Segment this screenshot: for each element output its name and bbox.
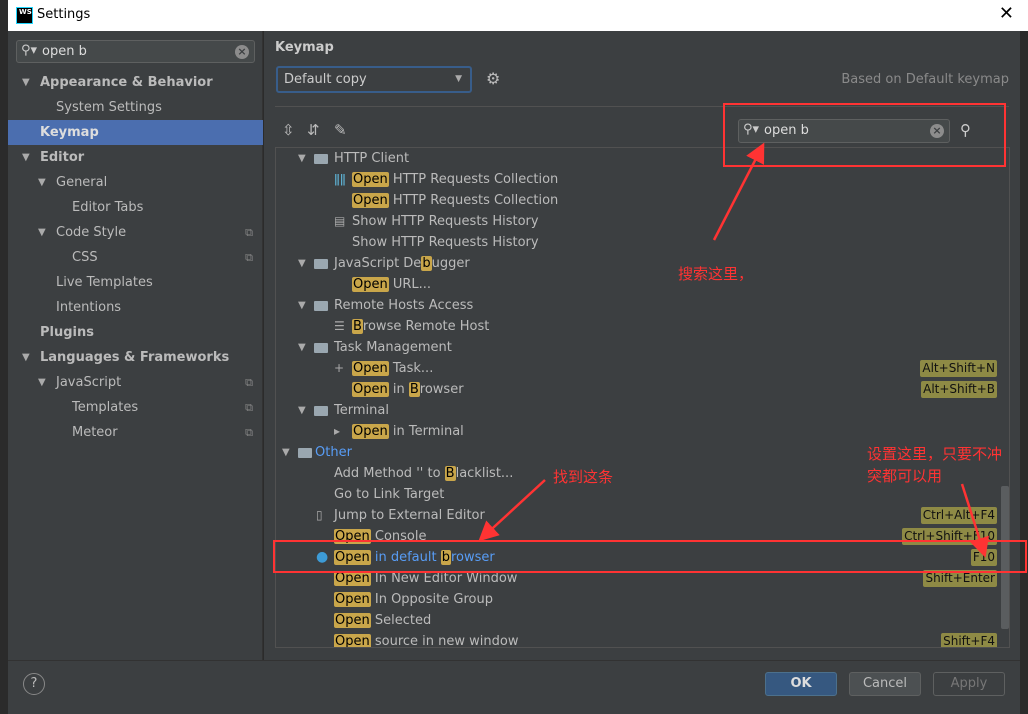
annotation-find-this: 找到这条 bbox=[553, 468, 614, 486]
annotation-arrow bbox=[478, 479, 546, 542]
annotation-set-here-1: 设置这里，只要不冲 bbox=[867, 445, 1003, 463]
annotation-overlay bbox=[273, 103, 1027, 573]
annotation-arrow bbox=[960, 483, 989, 558]
search-highlight-box bbox=[723, 103, 1006, 167]
annotation-arrow bbox=[712, 142, 765, 241]
annotation-set-here-2: 突都可以用 bbox=[867, 467, 943, 485]
annotation-search-here: 搜索这里， bbox=[678, 265, 754, 283]
row-highlight-box bbox=[273, 540, 1027, 573]
